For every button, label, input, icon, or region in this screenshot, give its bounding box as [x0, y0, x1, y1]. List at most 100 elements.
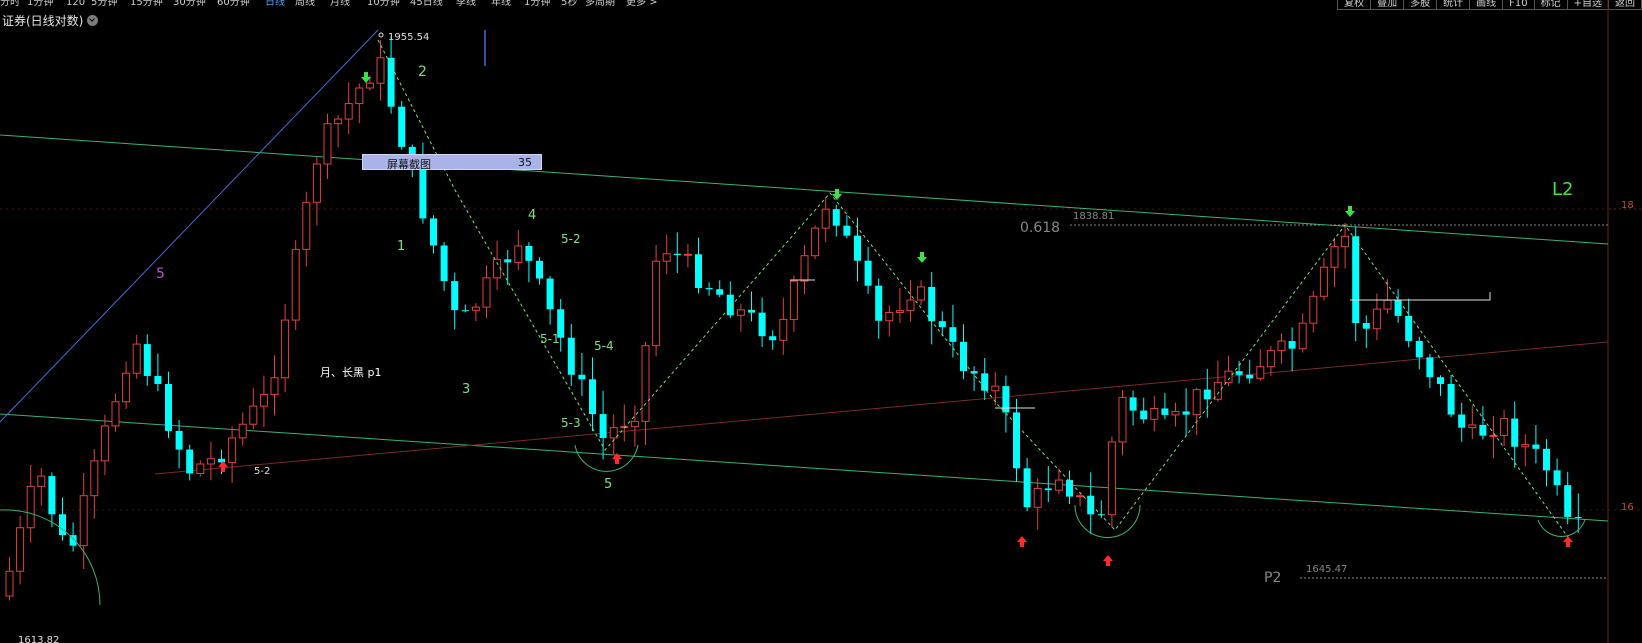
candle-down [1013, 412, 1020, 469]
candle-up [365, 82, 374, 89]
candle-up [344, 103, 353, 120]
candle-down [48, 476, 56, 515]
candle-down [726, 294, 734, 316]
screenshot-tooltip: 屏幕截图 35 [362, 154, 542, 171]
candle-down [960, 341, 967, 372]
candle-up [323, 123, 332, 165]
arrow-up-icon [218, 461, 228, 472]
candle-down [1574, 516, 1582, 518]
annotation-label: 1 [397, 239, 405, 254]
candle-down [1087, 495, 1095, 515]
annotation-label: 5 [604, 477, 612, 492]
bottom-arc [1074, 504, 1141, 538]
candle-up [630, 420, 639, 428]
candle-down [864, 260, 872, 286]
candle-up [1309, 295, 1318, 324]
candle-up [1489, 434, 1498, 437]
annotation-label: P2 [1264, 570, 1281, 586]
wave-5-line [0, 29, 379, 423]
annotation-label: 1645.47 [1306, 564, 1347, 575]
candle-down [673, 253, 681, 256]
arrow-up-icon [1563, 536, 1573, 547]
candle-down [1553, 470, 1561, 486]
candle-up [683, 253, 692, 256]
candle-down [1246, 374, 1254, 379]
candle-down [1564, 485, 1572, 517]
candle-up [291, 248, 300, 321]
candle-up [641, 345, 650, 422]
candle-up [1298, 322, 1307, 350]
candle-down [599, 414, 607, 438]
candle-up [16, 527, 25, 572]
right-price-axis: 18 16 [1609, 0, 1642, 643]
candle-down [938, 321, 946, 328]
arrow-down-icon [917, 252, 927, 263]
candle-down [1479, 424, 1487, 436]
candle-down [1362, 323, 1370, 329]
candle-down [843, 225, 851, 236]
candles [5, 36, 1582, 601]
candle-down [440, 245, 448, 282]
candle-down [1066, 480, 1073, 497]
candle-down [387, 57, 395, 107]
candle-up [885, 311, 894, 322]
candle-down [875, 285, 883, 321]
candle-down [461, 310, 469, 312]
candle-up [1319, 266, 1328, 297]
candle-up [376, 57, 385, 84]
annotation-label: 3 [462, 382, 470, 397]
candle-up [206, 458, 215, 465]
candle-up [1150, 407, 1159, 420]
overlays [0, 39, 1586, 606]
candle-down [1426, 357, 1434, 378]
candle-down [154, 375, 162, 384]
candle-up [312, 163, 321, 203]
annotation-label: 0.618 [1020, 220, 1060, 236]
candle-up [917, 286, 926, 301]
annotation-label: 5-4 [594, 339, 614, 353]
candle-up [662, 253, 671, 262]
candle-up [1171, 410, 1180, 416]
candle-up [1341, 235, 1350, 248]
candle-up [1266, 350, 1275, 368]
candle-up [122, 372, 131, 403]
annotation-label: L2 [1552, 179, 1573, 200]
candle-up [355, 87, 364, 105]
candle-down [705, 288, 713, 290]
candle-down [398, 106, 406, 147]
candlestick-chart[interactable]: 1955.54 1838.81 0.618 1645.47 P2 L2 5 2 1 3 4 5-2 5-… [0, 0, 1642, 643]
candle-down [218, 458, 225, 463]
candle-down [949, 327, 957, 342]
annotation-label: 1838.81 [1073, 211, 1114, 222]
candle-up [1256, 366, 1265, 379]
candle-down [981, 373, 989, 391]
candle-down [430, 218, 437, 246]
candle-down [748, 309, 755, 313]
candle-up [5, 570, 14, 597]
candle-up [1192, 389, 1201, 416]
candle-down [758, 312, 766, 337]
candle-up [334, 118, 343, 125]
candle-up [132, 343, 141, 374]
candle-up [1372, 308, 1381, 330]
candle-down [1352, 236, 1360, 324]
annotation-label: 5-1 [540, 332, 560, 346]
arrow-up-icon [1103, 555, 1113, 566]
annotation-label: 1955.54 [388, 32, 429, 43]
candle-down [1129, 397, 1137, 411]
candle-up [471, 306, 480, 311]
candle-up [1224, 370, 1233, 384]
candle-up [1468, 424, 1477, 429]
candle-down [1182, 411, 1190, 415]
annotation-label: 4 [528, 208, 536, 223]
candle-down [716, 289, 724, 295]
candle-down [1161, 408, 1169, 415]
candle-up [1277, 340, 1286, 352]
candle-up [1118, 396, 1127, 443]
candle-up [514, 245, 523, 263]
candle-up [90, 460, 99, 497]
candle-down [536, 260, 543, 279]
candle-up [1107, 441, 1116, 516]
candle-up [1033, 487, 1042, 508]
annotation-label: 5-2 [254, 466, 270, 477]
